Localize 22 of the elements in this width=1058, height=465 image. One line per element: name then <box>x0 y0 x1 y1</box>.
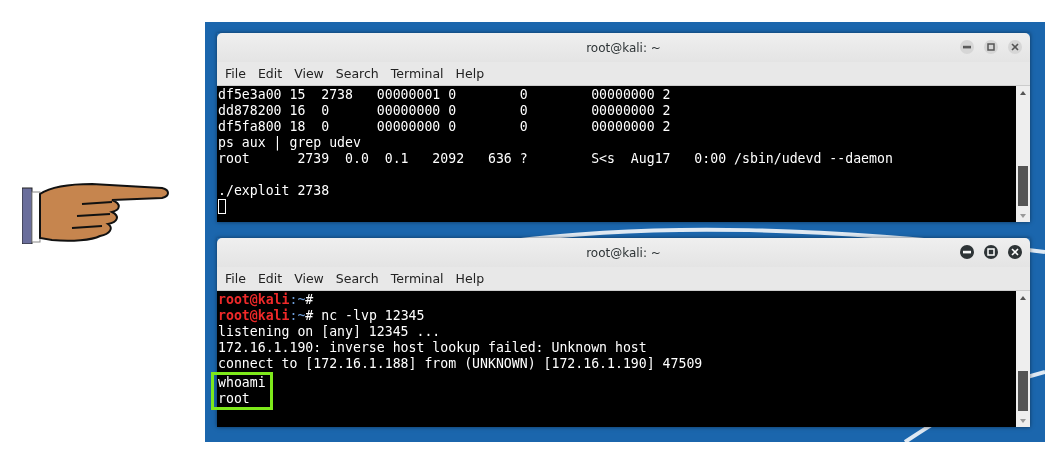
menu-item[interactable]: File <box>219 66 252 81</box>
menu-item[interactable]: Terminal <box>384 271 450 286</box>
menu-item[interactable]: View <box>288 66 330 81</box>
window-title: root@kali: ~ <box>586 245 661 260</box>
menu-item[interactable]: Search <box>329 66 385 81</box>
menu-item[interactable]: Help <box>449 66 491 81</box>
close-icon[interactable] <box>1008 40 1022 54</box>
menu-item[interactable]: Edit <box>251 66 289 81</box>
close-icon[interactable] <box>1008 245 1022 259</box>
terminal-output: df5e3a00 15 2738 00000001 0 0 00000000 2 dd878200 16 0 00000000 0 0 00000000 2 df5fa800 18 0 00000000 0 0 00000000 2 ps aux | grep udev root 2739 0.0 0.1 2092 636 ? S<s Aug17 0:00 /sbin/udevd --daemon ./exploit 2738 <box>217 86 1016 222</box>
text-cursor <box>218 199 226 214</box>
minimize-icon[interactable] <box>960 245 974 259</box>
menu-item[interactable]: File <box>219 271 252 286</box>
menu-item[interactable]: Edit <box>251 271 289 286</box>
minimize-icon[interactable] <box>960 40 974 54</box>
menu-item[interactable]: Search <box>329 271 385 286</box>
menu-item[interactable]: View <box>288 271 330 286</box>
maximize-icon[interactable] <box>984 245 998 259</box>
menu-item[interactable]: Help <box>449 271 491 286</box>
menu-item[interactable]: Terminal <box>384 66 450 81</box>
window-title: root@kali: ~ <box>586 40 661 55</box>
highlight-frame: whoami root <box>211 372 273 410</box>
